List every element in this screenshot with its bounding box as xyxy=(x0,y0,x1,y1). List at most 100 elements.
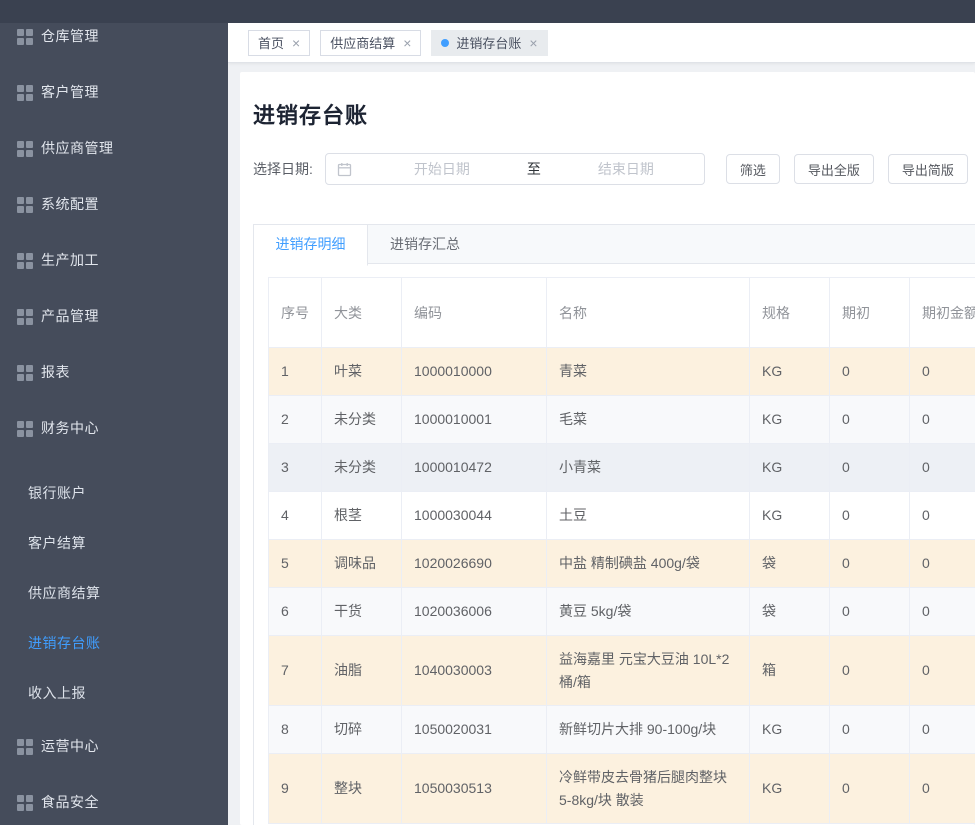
table-row: 2 未分类 1000010001 毛菜 KG 0 0 xyxy=(268,395,975,444)
filter-button[interactable]: 筛选 xyxy=(725,154,780,184)
cell-opening: 0 xyxy=(829,705,910,754)
tag-进销存台账[interactable]: 进销存台账 × xyxy=(431,29,548,56)
table-row: 6 干货 1020036006 黄豆 5kg/袋袋 0 0 xyxy=(268,587,975,636)
cell-opening: 0 xyxy=(829,635,910,706)
cell-opening: 0 xyxy=(829,347,910,396)
content-tabs-header: 进销存明细 进销存汇总 xyxy=(254,224,975,266)
cell-seq: 7 xyxy=(268,635,322,706)
sidebar-item-供应商管理[interactable]: 供应商管理 xyxy=(0,120,228,176)
end-date-placeholder[interactable]: 结束日期 xyxy=(548,159,704,179)
app-sidebar: 仓库管理 客户管理 供应商管理系统配置生产加工产品管理报表财务中心银行账户 客户结算供… xyxy=(0,23,228,825)
filter-row: 选择日期: 开始日期 至 结束日期 筛选 导出全版 导出简版 xyxy=(253,153,968,185)
tab-content: 序号 大类 编码 名称 规格 期初 期初金额 1 叶菜 1000010000 青菜 KG 0 0 2 未分类… xyxy=(254,264,975,824)
cell-category: 叶菜 xyxy=(321,347,402,396)
column-header: 期初金额 xyxy=(909,277,975,348)
sidebar-subitem-label: 收入上报 xyxy=(28,685,86,701)
sidebar-subitem-银行账户[interactable]: 银行账户 xyxy=(0,468,228,518)
cell-spec: 箱 xyxy=(749,635,830,706)
sidebar-subitem-客户结算[interactable]: 客户结算 xyxy=(0,518,228,568)
sidebar-item-系统配置[interactable]: 系统配置 xyxy=(0,176,228,232)
sidebar-item-label: 报表 xyxy=(41,364,70,380)
cell-name: 黄豆 5kg/袋 xyxy=(546,587,750,636)
cell-code: 1020036006 xyxy=(401,587,547,636)
cell-opening_amount: 0 xyxy=(909,635,975,706)
inventory-table: 序号 大类 编码 名称 规格 期初 期初金额 1 叶菜 1000010000 青菜 KG 0 0 2 未分类… xyxy=(268,277,975,824)
cell-seq: 2 xyxy=(268,395,322,444)
grid-menu-icon xyxy=(17,196,33,213)
tags-bar: 首页 × 供应商结算 × 进销存台账 × xyxy=(228,23,975,63)
sidebar-item-label: 系统配置 xyxy=(41,196,99,212)
close-icon[interactable]: × xyxy=(529,36,537,50)
sidebar-item-运营中心[interactable]: 运营中心 xyxy=(0,718,228,774)
grid-menu-icon xyxy=(17,252,33,269)
active-tag-dot-icon xyxy=(441,38,450,47)
cell-name: 毛菜 xyxy=(546,395,750,444)
column-header: 期初 xyxy=(829,277,910,348)
date-range-input[interactable]: 开始日期 至 结束日期 xyxy=(324,153,705,185)
sidebar-item-仓库管理[interactable]: 仓库管理 xyxy=(0,23,228,64)
top-dark-bar xyxy=(0,0,975,23)
cell-category: 调味品 xyxy=(321,539,402,588)
cell-spec: KG xyxy=(749,443,830,492)
sidebar-item-label: 运营中心 xyxy=(41,738,99,754)
start-date-placeholder[interactable]: 开始日期 xyxy=(364,159,520,179)
app-root: 仓库管理 客户管理 供应商管理 系统配置 生产加工 产品管理 报表 财务中心 银行账户 客户结算供… xyxy=(0,0,975,825)
cell-seq: 1 xyxy=(268,347,322,396)
cell-code: 1050030513 xyxy=(401,753,547,824)
sidebar-item-客户管理[interactable]: 客户管理 xyxy=(0,64,228,120)
cell-opening: 0 xyxy=(829,491,910,540)
cell-code: 1020026690 xyxy=(401,539,547,588)
grid-menu-icon xyxy=(17,794,33,811)
cell-spec: KG xyxy=(749,395,830,444)
cell-code: 1050020031 xyxy=(401,705,547,754)
grid-menu-icon xyxy=(17,140,33,157)
sidebar-subitem-label: 供应商结算 xyxy=(28,585,101,601)
close-icon[interactable]: × xyxy=(292,36,300,50)
grid-menu-icon xyxy=(17,364,33,381)
grid-menu-icon xyxy=(17,738,33,755)
sidebar-nav: 仓库管理 客户管理 供应商管理系统配置生产加工产品管理报表财务中心银行账户 客户结算供… xyxy=(0,23,228,825)
column-header: 大类 xyxy=(321,277,402,348)
export-full-button[interactable]: 导出全版 xyxy=(793,154,874,184)
sidebar-subitem-供应商结算[interactable]: 供应商结算 xyxy=(0,568,228,618)
cell-name: 新鲜切片大排 90-100g/块 xyxy=(546,705,750,754)
tab-进销存明细[interactable]: 进销存明细 xyxy=(254,225,368,266)
cell-spec: 袋 xyxy=(749,539,830,588)
tag-首页[interactable]: 首页 × xyxy=(248,29,311,56)
sidebar-subitem-label: 进销存台账 xyxy=(28,635,101,651)
cell-spec: KG xyxy=(749,705,830,754)
cell-spec: KG xyxy=(749,347,830,396)
cell-category: 根茎 xyxy=(321,491,402,540)
grid-menu-icon xyxy=(17,308,33,325)
table-row: 4 根茎 1000030044 土豆 KG 0 0 xyxy=(268,491,975,540)
cell-opening_amount: 0 xyxy=(909,587,975,636)
sidebar-item-产品管理[interactable]: 产品管理 xyxy=(0,288,228,344)
table-row: 3 未分类 1000010472 小青菜 KG 0 0 xyxy=(268,443,975,492)
table-row: 7 油脂 1040030003 益海嘉里 元宝大豆油 10L*2桶/箱箱 0 0 xyxy=(268,635,975,706)
cell-opening_amount: 0 xyxy=(909,753,975,824)
sidebar-item-label: 生产加工 xyxy=(41,252,99,268)
cell-spec: KG xyxy=(749,753,830,824)
tag-供应商结算[interactable]: 供应商结算 × xyxy=(320,29,422,56)
close-icon[interactable]: × xyxy=(403,36,411,50)
cell-name: 益海嘉里 元宝大豆油 10L*2桶/箱 xyxy=(546,635,750,706)
cell-opening: 0 xyxy=(829,443,910,492)
sidebar-item-报表[interactable]: 报表 xyxy=(0,344,228,400)
sidebar-item-财务中心[interactable]: 财务中心 xyxy=(0,400,228,456)
sidebar-item-生产加工[interactable]: 生产加工 xyxy=(0,232,228,288)
cell-seq: 5 xyxy=(268,539,322,588)
sidebar-subitem-收入上报[interactable]: 收入上报 xyxy=(0,668,228,718)
date-separator: 至 xyxy=(526,161,541,177)
table-row: 9 整块 1050030513 冷鲜带皮去骨猪后腿肉整块 5-8kg/块 散装 KG 0 0 xyxy=(268,753,975,824)
content-tabs-box: 进销存明细 进销存汇总 序号 大类 编码 名称 规格 期初 期初金额 1 叶菜 100001000… xyxy=(253,224,975,825)
table-row: 5 调味品 1020026690 中盐 精制碘盐 400g/袋袋 0 0 xyxy=(268,539,975,588)
cell-opening_amount: 0 xyxy=(909,443,975,492)
tab-进销存汇总[interactable]: 进销存汇总 xyxy=(368,225,482,265)
sidebar-item-食品安全[interactable]: 食品安全 xyxy=(0,774,228,825)
export-simple-button[interactable]: 导出简版 xyxy=(887,154,968,184)
cell-category: 干货 xyxy=(321,587,402,636)
cell-spec: KG xyxy=(749,491,830,540)
grid-menu-icon xyxy=(17,84,33,101)
cell-category: 未分类 xyxy=(321,443,402,492)
sidebar-subitem-进销存台账[interactable]: 进销存台账 xyxy=(0,618,228,668)
